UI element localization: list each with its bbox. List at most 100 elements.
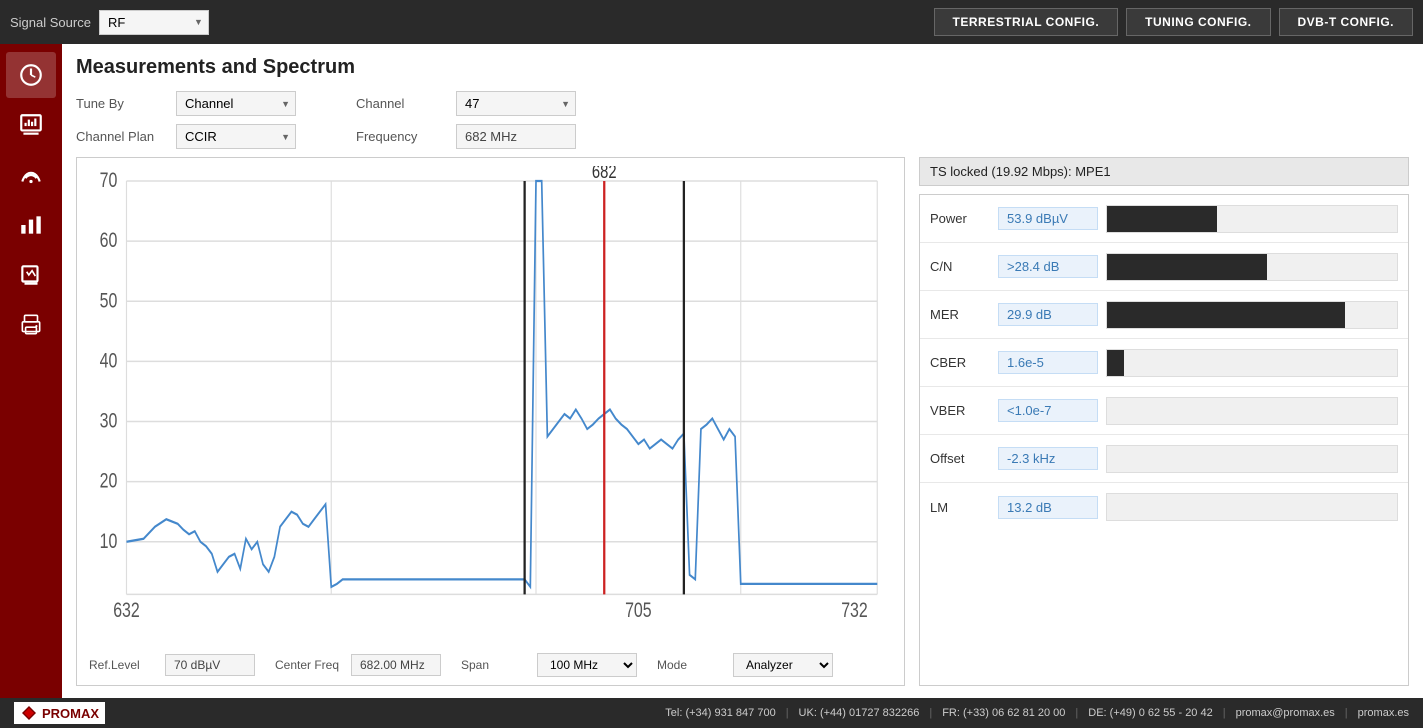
center-freq-pair: Center Freq 682.00 MHz <box>275 653 441 677</box>
meas-value: 1.6e-5 <box>998 351 1098 374</box>
svg-text:682: 682 <box>592 166 617 183</box>
spectrum-container: 70 60 50 40 30 20 10 632 705 732 <box>76 157 905 686</box>
footer-sep-3: | <box>1075 707 1078 719</box>
mode-pair: Mode Analyzer <box>657 653 833 677</box>
meas-row: CBER 1.6e-5 <box>920 339 1408 387</box>
ts-status: TS locked (19.92 Mbps): MPE1 <box>919 157 1409 186</box>
meas-row: Power53.9 dBµV <box>920 195 1408 243</box>
meas-name: MER <box>930 307 990 322</box>
meas-row: VBER<1.0e-7 <box>920 387 1408 435</box>
footer: PROMAX Tel: (+34) 931 847 700 | UK: (+44… <box>0 698 1423 728</box>
meas-bar <box>1107 254 1267 280</box>
mode-select[interactable]: Analyzer <box>733 653 833 677</box>
signal-source-label: Signal Source <box>10 15 91 30</box>
ref-level-label: Ref.Level <box>89 658 159 672</box>
tune-by-select[interactable]: Channel <box>176 91 296 116</box>
ref-level-value: 70 dBµV <box>165 654 255 676</box>
controls-row-2: Channel Plan CCIR Frequency 682 MHz <box>76 124 1409 149</box>
meas-row: C/N >28.4 dB <box>920 243 1408 291</box>
frequency-value: 682 MHz <box>456 124 576 149</box>
meas-bar-container <box>1106 445 1398 473</box>
svg-text:70: 70 <box>100 168 118 192</box>
footer-tel-fr: FR: (+33) 06 62 81 20 00 <box>942 707 1065 719</box>
page: Measurements and Spectrum Tune By Channe… <box>62 44 1423 698</box>
meas-bar <box>1107 302 1345 328</box>
footer-sep-1: | <box>786 707 789 719</box>
meas-name: C/N <box>930 259 990 274</box>
channel-label: Channel <box>356 96 436 111</box>
span-select[interactable]: 100 MHz <box>537 653 637 677</box>
page-title: Measurements and Spectrum <box>76 56 1409 79</box>
controls-row-1: Tune By Channel Channel 47 <box>76 91 1409 116</box>
meas-name: Power <box>930 211 990 226</box>
chart-area: 70 60 50 40 30 20 10 632 705 732 <box>81 166 900 647</box>
channel-select[interactable]: 47 <box>456 91 576 116</box>
signal-source-select-wrapper: RF <box>99 10 209 35</box>
right-panel: TS locked (19.92 Mbps): MPE1 Power53.9 d… <box>919 157 1409 686</box>
bar-chart-icon <box>18 212 44 238</box>
meas-row: Offset -2.3 kHz <box>920 435 1408 483</box>
meas-name: CBER <box>930 355 990 370</box>
footer-sep-5: | <box>1345 707 1348 719</box>
meas-value: >28.4 dB <box>998 255 1098 278</box>
channel-plan-wrapper: CCIR <box>176 124 296 149</box>
svg-text:20: 20 <box>100 468 118 492</box>
terrestrial-config-button[interactable]: TERRESTRIAL CONFIG. <box>934 8 1119 36</box>
channel-plan-select[interactable]: CCIR <box>176 124 296 149</box>
panels: 70 60 50 40 30 20 10 632 705 732 <box>76 157 1409 686</box>
span-label: Span <box>461 658 531 672</box>
signal-source-select[interactable]: RF <box>99 10 209 35</box>
meas-bar-container <box>1106 493 1398 521</box>
sidebar-item-datalogger[interactable] <box>6 252 56 298</box>
meas-value: 29.9 dB <box>998 303 1098 326</box>
footer-tel-uk: UK: (+44) 01727 832266 <box>799 707 920 719</box>
content: Measurements and Spectrum Tune By Channe… <box>62 44 1423 698</box>
frequency-label: Frequency <box>356 129 436 144</box>
footer-logo: PROMAX <box>14 702 105 724</box>
svg-text:60: 60 <box>100 228 118 252</box>
meas-value: -2.3 kHz <box>998 447 1098 470</box>
meas-row: MER 29.9 dB <box>920 291 1408 339</box>
tuning-config-button[interactable]: TUNING CONFIG. <box>1126 8 1270 36</box>
channel-wrapper: 47 <box>456 91 576 116</box>
footer-sep-4: | <box>1223 707 1226 719</box>
topbar: Signal Source RF TERRESTRIAL CONFIG. TUN… <box>0 0 1423 44</box>
sidebar-item-bar-chart[interactable] <box>6 202 56 248</box>
meas-value: 13.2 dB <box>998 496 1098 519</box>
dvbt-config-button[interactable]: DVB-T CONFIG. <box>1279 8 1414 36</box>
svg-text:50: 50 <box>100 288 118 312</box>
meas-bar-container <box>1106 301 1398 329</box>
datalogger-icon <box>18 262 44 288</box>
meas-bar-container <box>1106 205 1398 233</box>
svg-text:10: 10 <box>100 529 118 553</box>
ref-level-pair: Ref.Level 70 dBµV <box>89 653 255 677</box>
svg-text:40: 40 <box>100 348 118 372</box>
print-icon <box>18 312 44 338</box>
meas-name: VBER <box>930 403 990 418</box>
promax-text: PROMAX <box>42 706 99 721</box>
footer-sep-2: | <box>929 707 932 719</box>
sidebar-item-dashboard[interactable] <box>6 52 56 98</box>
sidebar-item-measurements[interactable] <box>6 102 56 148</box>
meas-bar <box>1107 206 1217 232</box>
footer-email: promax@promax.es <box>1236 707 1335 719</box>
tune-by-wrapper: Channel <box>176 91 296 116</box>
meas-bar-container <box>1106 349 1398 377</box>
main-layout: Measurements and Spectrum Tune By Channe… <box>0 44 1423 698</box>
channel-plan-label: Channel Plan <box>76 129 156 144</box>
meas-bar <box>1107 350 1124 376</box>
footer-website: promax.es <box>1358 707 1409 719</box>
sidebar <box>0 44 62 698</box>
tune-by-label: Tune By <box>76 96 156 111</box>
footer-contacts: Tel: (+34) 931 847 700 | UK: (+44) 01727… <box>665 707 1409 719</box>
sidebar-item-signal[interactable] <box>6 152 56 198</box>
svg-text:632: 632 <box>113 598 140 622</box>
footer-tel-de: DE: (+49) 0 62 55 - 20 42 <box>1088 707 1212 719</box>
signal-icon <box>18 162 44 188</box>
sidebar-item-print[interactable] <box>6 302 56 348</box>
chart-controls: Ref.Level 70 dBµV Center Freq 682.00 MHz… <box>81 647 900 681</box>
meas-name: Offset <box>930 451 990 466</box>
center-freq-value: 682.00 MHz <box>351 654 441 676</box>
mode-label: Mode <box>657 658 727 672</box>
meas-name: LM <box>930 500 990 515</box>
